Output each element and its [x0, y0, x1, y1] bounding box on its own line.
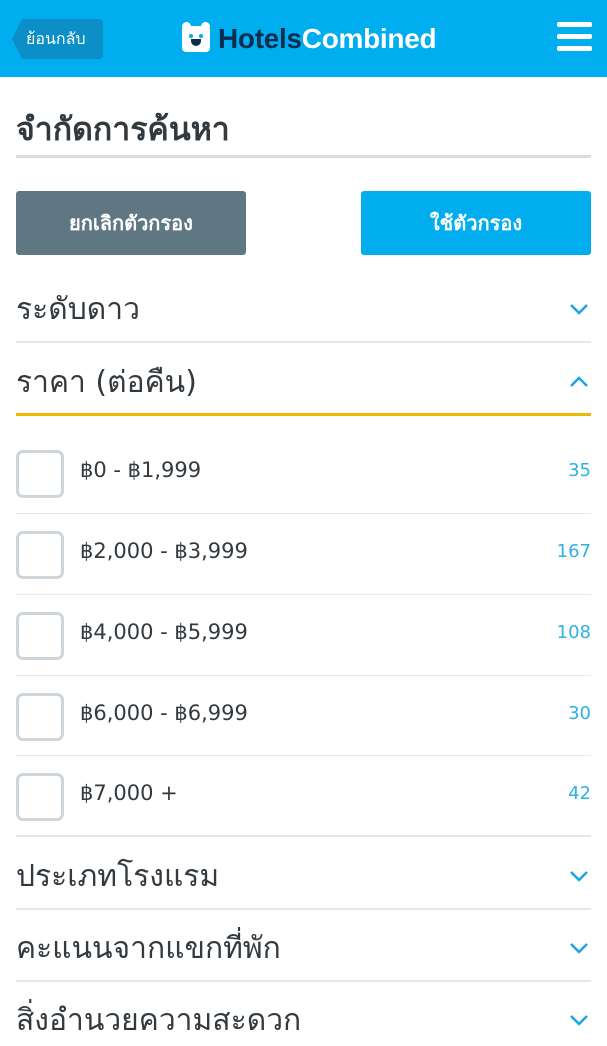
section-divider	[16, 908, 591, 910]
page-title: จำกัดการค้นหา	[16, 110, 230, 148]
price-range-label: ฿4,000 - ฿5,999	[80, 620, 248, 644]
section-label: คะแนนจากแขกที่พัก	[16, 930, 281, 966]
section-hotel-type[interactable]: ประเภทโรงแรม	[16, 850, 591, 902]
row-divider	[16, 675, 591, 676]
result-count: 35	[568, 460, 591, 481]
price-option[interactable]: ฿7,000 + 42	[16, 757, 591, 837]
row-divider	[16, 594, 591, 595]
price-option[interactable]: ฿0 - ฿1,999 35	[16, 434, 591, 514]
price-option[interactable]: ฿2,000 - ฿3,999 167	[16, 515, 591, 595]
chevron-down-icon	[570, 871, 588, 882]
result-count: 108	[556, 622, 591, 643]
price-checkbox[interactable]	[16, 450, 64, 498]
section-divider	[16, 835, 591, 837]
row-divider	[16, 755, 591, 756]
logo-text: HotelsCombined	[218, 23, 437, 54]
result-count: 30	[568, 703, 591, 724]
section-divider	[16, 341, 591, 343]
price-range-label: ฿6,000 - ฿6,999	[80, 701, 248, 725]
section-label: ประเภทโรงแรม	[16, 858, 220, 894]
chevron-down-icon	[570, 943, 588, 954]
title-divider	[16, 155, 591, 158]
price-range-label: ฿7,000 +	[80, 781, 178, 805]
section-label: สิ่งอำนวยความสะดวก	[16, 1002, 302, 1038]
chevron-down-icon	[570, 304, 588, 315]
clear-filters-button[interactable]: ยกเลิกตัวกรอง	[16, 191, 246, 255]
price-range-label: ฿0 - ฿1,999	[80, 458, 202, 482]
section-divider	[16, 980, 591, 982]
price-range-label: ฿2,000 - ฿3,999	[80, 539, 248, 563]
price-checkbox[interactable]	[16, 693, 64, 741]
price-option[interactable]: ฿6,000 - ฿6,999 30	[16, 677, 591, 757]
section-label: ราคา (ต่อคืน)	[16, 364, 197, 400]
section-guest-rating[interactable]: คะแนนจากแขกที่พัก	[16, 922, 591, 974]
result-count: 167	[556, 541, 591, 562]
price-checkbox[interactable]	[16, 612, 64, 660]
row-divider	[16, 513, 591, 514]
section-star-rating[interactable]: ระดับดาว	[16, 283, 591, 335]
bear-logo-icon	[182, 22, 210, 52]
section-active-divider	[16, 413, 591, 416]
section-amenities[interactable]: สิ่งอำนวยความสะดวก	[16, 994, 591, 1046]
price-option[interactable]: ฿4,000 - ฿5,999 108	[16, 596, 591, 676]
section-label: ระดับดาว	[16, 291, 140, 327]
back-button[interactable]: ย้อนกลับ	[12, 19, 103, 59]
price-checkbox[interactable]	[16, 773, 64, 821]
section-price[interactable]: ราคา (ต่อคืน)	[16, 356, 591, 408]
price-checkbox[interactable]	[16, 531, 64, 579]
chevron-up-icon	[570, 376, 588, 387]
result-count: 42	[568, 783, 591, 804]
apply-filters-button[interactable]: ใช้ตัวกรอง	[361, 191, 591, 255]
hotelscombined-logo[interactable]: HotelsCombined	[182, 22, 437, 56]
app-header: ย้อนกลับ HotelsCombined	[0, 0, 607, 77]
chevron-down-icon	[570, 1015, 588, 1026]
hamburger-icon[interactable]	[557, 22, 592, 52]
